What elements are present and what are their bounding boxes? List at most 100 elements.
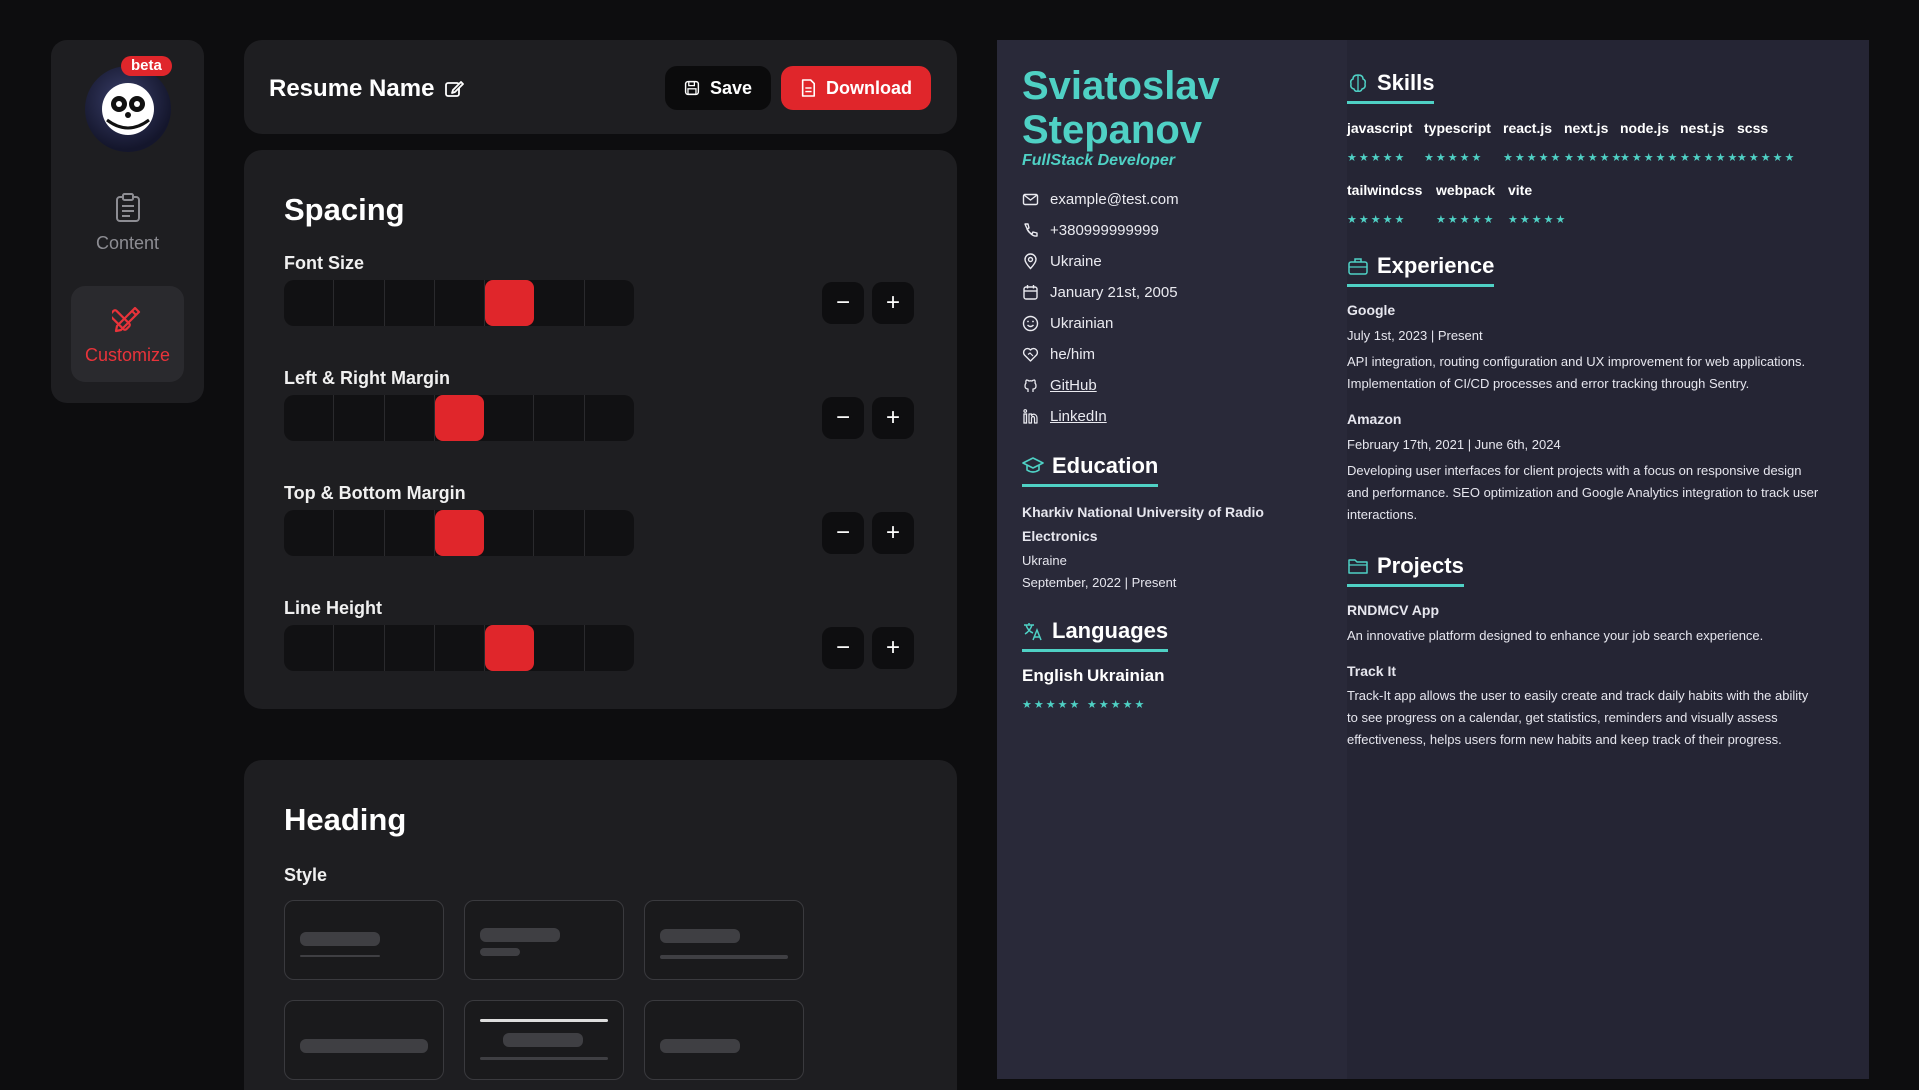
vertical-margin-slider[interactable] [284, 510, 634, 556]
slider-step[interactable] [534, 280, 585, 326]
skill-rating: ★★★★★ [1347, 152, 1407, 164]
skill-rating: ★★★★★ [1347, 214, 1407, 226]
slider-step[interactable] [284, 510, 335, 556]
slider-step[interactable] [534, 395, 585, 441]
heading-style-option[interactable] [284, 1000, 444, 1080]
slider-step[interactable] [585, 395, 634, 441]
heading-style-option[interactable] [464, 1000, 624, 1080]
sidebar: beta Content Customize [51, 40, 204, 403]
slider-step[interactable] [385, 395, 435, 441]
slider-step[interactable] [284, 280, 335, 326]
contact-birthday: January 21st, 2005 [1022, 284, 1178, 301]
slider-thumb[interactable] [485, 280, 535, 326]
skill-item: tailwindcss [1347, 182, 1423, 198]
slider-step[interactable] [534, 625, 585, 671]
slider-thumb[interactable] [434, 395, 485, 441]
slider-thumb[interactable] [485, 625, 535, 671]
resume-role: FullStack Developer [1022, 152, 1175, 169]
skills-title: Skills [1377, 70, 1435, 95]
nationality-text: Ukrainian [1050, 315, 1114, 332]
skill-item: scss [1737, 120, 1769, 136]
font-size-decrease-button[interactable]: − [822, 282, 864, 324]
heading-style-option[interactable] [644, 1000, 804, 1080]
line-height-increase-button[interactable]: + [872, 627, 914, 669]
heading-style-option[interactable] [284, 900, 444, 980]
job-description-line: and performance. SEO optimization and Go… [1347, 485, 1819, 500]
clipboard-icon [115, 192, 140, 222]
download-button[interactable]: Download [781, 66, 931, 110]
contact-linkedin[interactable]: LinkedIn [1022, 408, 1107, 425]
resume-name-label: Resume Name [269, 75, 435, 102]
resume-full-name: Sviatoslav Stepanov [1022, 64, 1220, 152]
skill-item: react.js [1503, 120, 1553, 136]
skill-item: next.js [1564, 120, 1609, 136]
horizontal-margin-decrease-button[interactable]: − [822, 397, 864, 439]
phone-icon [1024, 223, 1038, 237]
slider-step[interactable] [484, 395, 535, 441]
sidebar-item-customize[interactable]: Customize [71, 286, 184, 382]
slider-step[interactable] [334, 625, 385, 671]
contact-github[interactable]: GitHub [1022, 377, 1097, 394]
slider-step[interactable] [385, 280, 435, 326]
edit-icon[interactable] [444, 79, 465, 99]
slider-step[interactable] [334, 510, 385, 556]
slider-step[interactable] [484, 510, 535, 556]
experience-title: Experience [1377, 253, 1495, 278]
project-description-line: effectiveness, helps users form new habi… [1347, 732, 1782, 747]
heart-handshake-icon [1022, 347, 1039, 362]
resume-name[interactable]: Resume Name [269, 75, 465, 103]
job-company: Amazon [1347, 411, 1402, 427]
slider-step[interactable] [534, 510, 585, 556]
heading-style-option[interactable] [644, 900, 804, 980]
slider-thumb[interactable] [434, 510, 485, 556]
github-link[interactable]: GitHub [1050, 377, 1097, 394]
font-size-increase-button[interactable]: + [872, 282, 914, 324]
education-country: Ukraine [1022, 553, 1067, 568]
slider-step[interactable] [585, 625, 634, 671]
heading-style-option[interactable] [464, 900, 624, 980]
linkedin-icon [1023, 409, 1038, 424]
linkedin-link[interactable]: LinkedIn [1050, 408, 1107, 425]
vertical-margin-increase-button[interactable]: + [872, 512, 914, 554]
slider-step[interactable] [385, 510, 435, 556]
line-height-slider[interactable] [284, 625, 634, 671]
font-size-slider[interactable] [284, 280, 634, 326]
translate-icon [1024, 623, 1042, 641]
vertical-margin-label: Top & Bottom Margin [284, 483, 466, 503]
map-pin-icon [1024, 253, 1037, 270]
slider-step[interactable] [284, 625, 335, 671]
education-school: Kharkiv National University of Radio Ele… [1022, 500, 1264, 548]
slider-step[interactable] [334, 280, 385, 326]
job-description: API integration, routing configuration a… [1347, 351, 1805, 395]
line-height-decrease-button[interactable]: − [822, 627, 864, 669]
languages-heading: Languages [1022, 618, 1169, 652]
calendar-icon [1023, 285, 1038, 300]
toolbar: Resume Name Save Download [244, 40, 957, 134]
horizontal-margin-increase-button[interactable]: + [872, 397, 914, 439]
vertical-margin-decrease-button[interactable]: − [822, 512, 864, 554]
app-logo[interactable] [85, 66, 171, 152]
slider-step[interactable] [585, 280, 634, 326]
horizontal-margin-slider[interactable] [284, 395, 634, 441]
slider-step[interactable] [385, 625, 435, 671]
skill-item: node.js [1620, 120, 1670, 136]
mail-icon [1022, 193, 1039, 206]
job-description-line: Implementation of CI/CD processes and er… [1347, 376, 1750, 391]
language-rating: ★★★★★ [1087, 699, 1147, 711]
slider-step[interactable] [435, 280, 486, 326]
font-size-label: Font Size [284, 253, 364, 273]
slider-step[interactable] [284, 395, 335, 441]
save-button[interactable]: Save [665, 66, 771, 110]
last-name: Stepanov [1022, 108, 1203, 152]
slider-step[interactable] [585, 510, 634, 556]
slider-step[interactable] [334, 395, 385, 441]
slider-step[interactable] [435, 625, 486, 671]
school-line-1: Kharkiv National University of Radio [1022, 504, 1264, 520]
sidebar-item-content[interactable]: Content [71, 175, 184, 271]
style-label: Style [284, 865, 328, 885]
folder-icon [1348, 559, 1368, 574]
education-dates: September, 2022 | Present [1022, 575, 1177, 590]
save-icon [684, 80, 700, 96]
contact-pronouns: he/him [1022, 346, 1095, 363]
heading-panel: Heading Style [244, 760, 957, 1090]
